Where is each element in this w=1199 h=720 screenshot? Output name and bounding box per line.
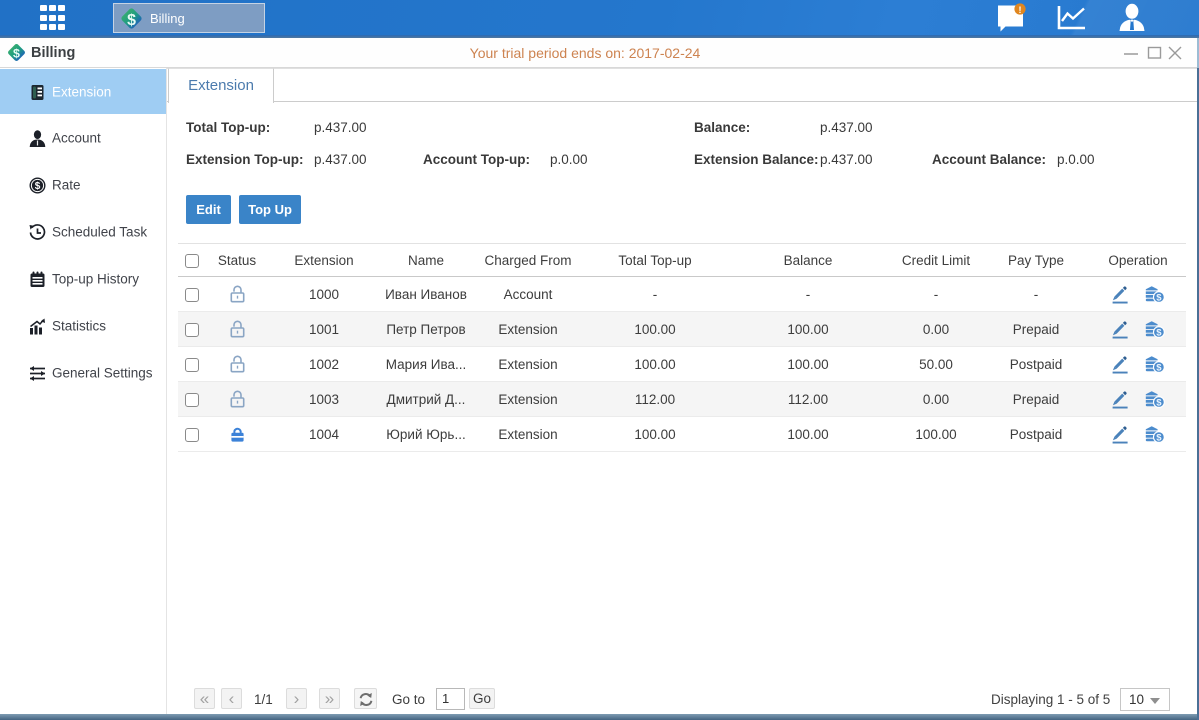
- svg-text:$: $: [35, 181, 41, 192]
- svg-text:$: $: [127, 11, 136, 28]
- svg-text:!: !: [1019, 5, 1022, 15]
